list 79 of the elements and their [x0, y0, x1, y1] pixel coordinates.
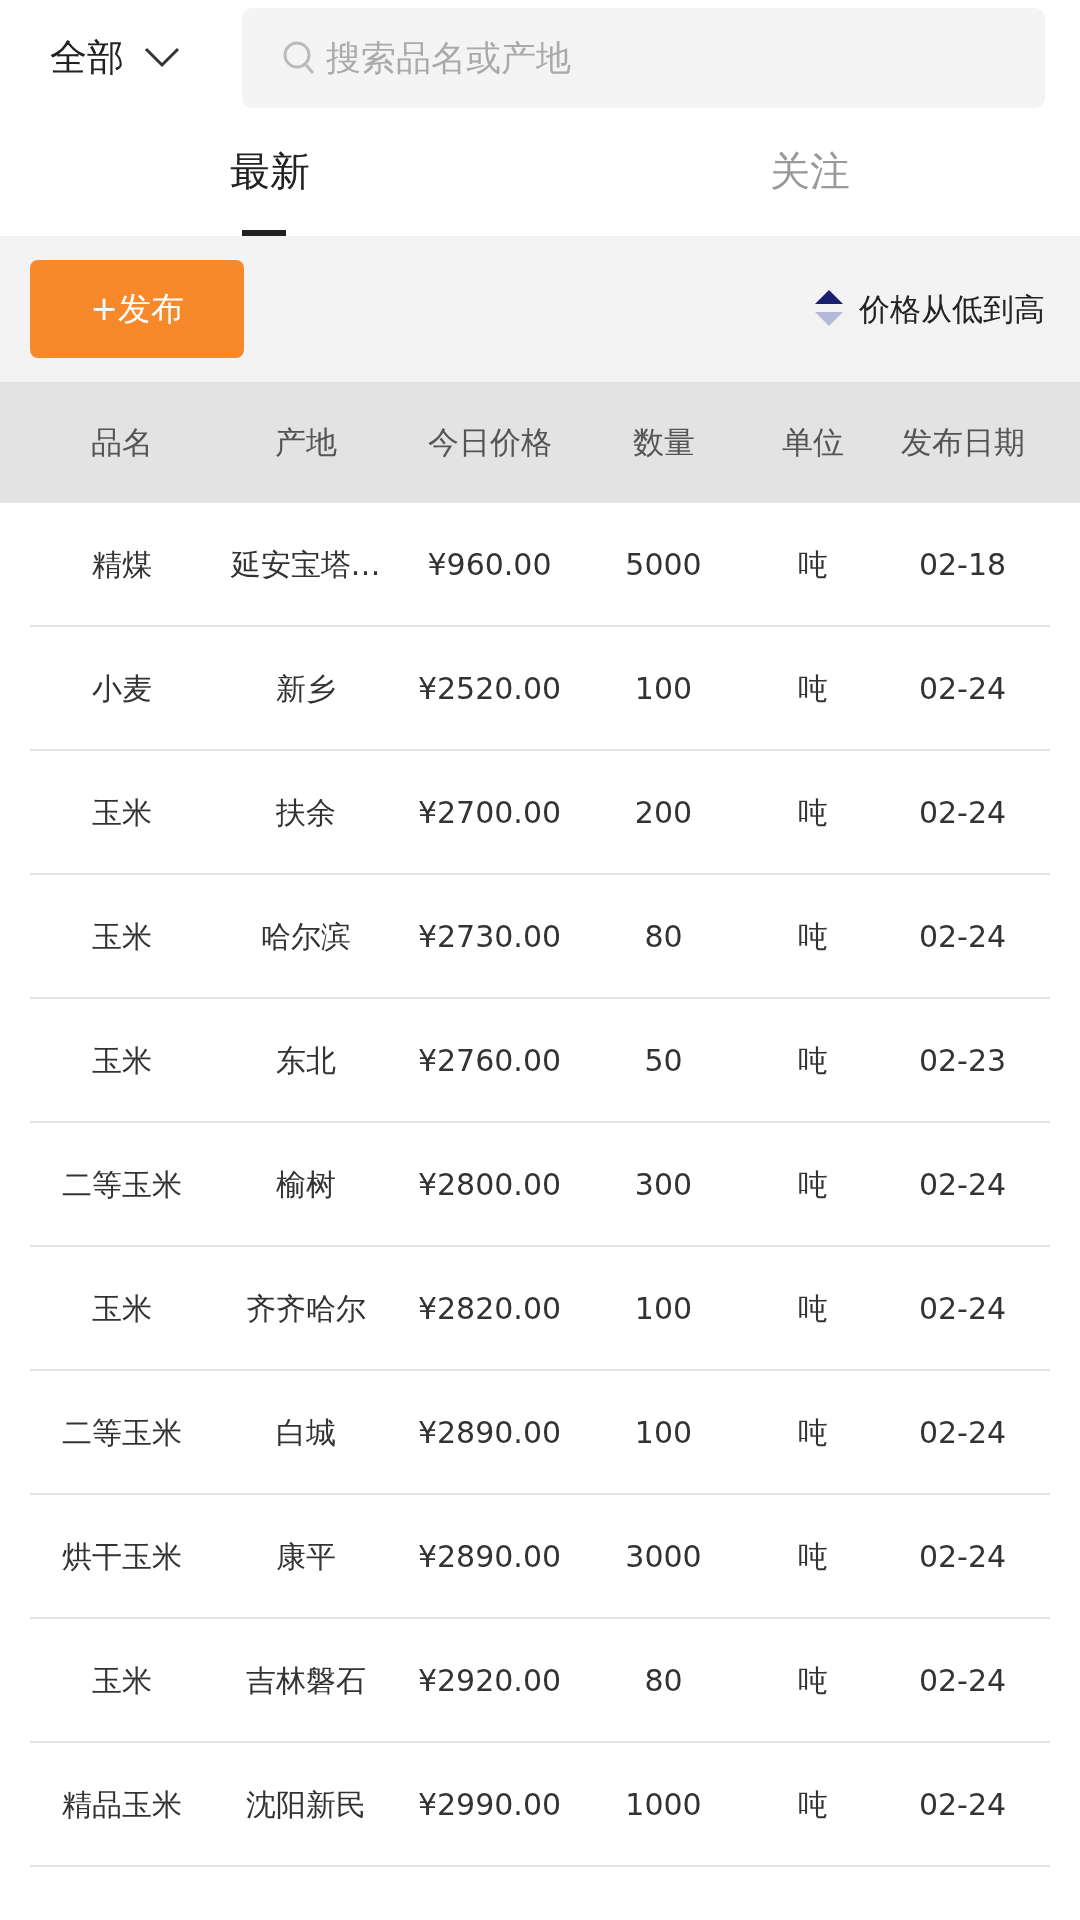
table-cell-text: ¥2730.00	[416, 917, 563, 956]
table-cell-text: 02-24	[917, 1413, 1008, 1452]
table-cell-text: ¥2820.00	[416, 1289, 563, 1328]
table-cell-text: 扶余	[274, 793, 337, 832]
chevron-down-icon	[144, 46, 180, 69]
table-cell-text: 02-24	[917, 793, 1008, 832]
category-dropdown[interactable]: 全部	[50, 29, 242, 86]
table-cell-text: ¥2800.00	[416, 1165, 563, 1204]
table-cell-text: 延安宝塔…	[229, 545, 382, 584]
table-cell-text: ¥2700.00	[416, 793, 563, 832]
table-cell-text: 02-24	[917, 669, 1008, 708]
table-cell-text: ¥2520.00	[416, 669, 563, 708]
table-cell-text: 精煤	[91, 545, 153, 584]
table-cell-text: 02-23	[917, 1041, 1008, 1080]
table-cell-text: 玉米	[91, 1661, 153, 1700]
table-cell-text: 白城	[274, 1413, 337, 1452]
table-cell-text: 吨	[796, 1165, 829, 1204]
table-cell-text: 玉米	[91, 793, 153, 832]
column-header: 产地	[273, 423, 338, 463]
table-cell-text: 吉林磐石	[244, 1661, 367, 1700]
table-cell-text: 玉米	[91, 1041, 153, 1080]
table-cell-text: 100	[633, 1289, 694, 1328]
table-cell-text: 玉米	[91, 1289, 153, 1328]
table-cell-text: 吨	[796, 1785, 829, 1824]
table-cell-text: 吨	[796, 545, 829, 584]
search-icon	[282, 39, 316, 76]
table-cell-text: 3000	[624, 1537, 703, 1576]
table-cell-text: 新乡	[274, 669, 337, 708]
table-cell-text: 吨	[796, 1289, 829, 1328]
table-cell-text: 小麦	[91, 669, 153, 708]
table-cell-text: 吨	[796, 1413, 829, 1452]
column-header: 单位	[780, 423, 845, 463]
table-cell-text: 1000	[624, 1785, 703, 1824]
table-cell-text: 吨	[796, 793, 829, 832]
table-cell-text: ¥2890.00	[416, 1537, 563, 1576]
tab-indicator	[242, 230, 286, 236]
table-cell-text: 100	[633, 1413, 694, 1452]
table-cell-text: 玉米	[91, 917, 153, 956]
table-cell-text: ¥2890.00	[416, 1413, 563, 1452]
tab[interactable]: 最新	[0, 115, 540, 236]
column-header: 数量	[631, 423, 696, 463]
table-cell-text: 200	[633, 793, 694, 832]
table-cell-text: ¥2920.00	[416, 1661, 563, 1700]
column-header: 今日价格	[426, 423, 553, 463]
table-cell-text: 精品玉米	[61, 1785, 183, 1824]
table-cell-text: 02-24	[917, 917, 1008, 956]
table-cell-text: ¥960.00	[426, 545, 553, 584]
table-cell-text: 康平	[274, 1537, 337, 1576]
table-cell-text: 榆树	[274, 1165, 337, 1204]
table-cell-text: 哈尔滨	[259, 917, 352, 956]
table-cell-text: ¥2760.00	[416, 1041, 563, 1080]
sort-button[interactable]: 价格从低到高	[813, 285, 1045, 333]
table-cell-text: 02-24	[917, 1537, 1008, 1576]
table-cell-text: 02-24	[917, 1661, 1008, 1700]
table-cell-text: 02-18	[917, 545, 1008, 584]
table-cell-text: 300	[633, 1165, 694, 1204]
table-cell-text: 烘干玉米	[61, 1537, 183, 1576]
table-cell-text: 二等玉米	[61, 1413, 183, 1452]
table-cell-text: 02-24	[917, 1289, 1008, 1328]
table-cell-text: 100	[633, 669, 694, 708]
table-cell-text: 吨	[796, 1661, 829, 1700]
table-cell-text: 东北	[274, 1041, 337, 1080]
search-field[interactable]: 搜索品名或产地	[242, 7, 1045, 108]
table-cell-text: 50	[643, 1041, 684, 1080]
table-cell-text: 吨	[796, 1537, 829, 1576]
table-cell-text: ¥2990.00	[416, 1785, 563, 1824]
table-cell-text: 5000	[624, 545, 703, 584]
table-cell-text: 齐齐哈尔	[244, 1289, 367, 1328]
table-cell-text: 吨	[796, 917, 829, 956]
table-cell-text: 沈阳新民	[244, 1785, 367, 1824]
table-cell-text: 02-24	[917, 1785, 1008, 1824]
table-cell-text: 80	[643, 1661, 684, 1700]
table-cell-text: 二等玉米	[61, 1165, 183, 1204]
table-cell-text: 02-24	[917, 1165, 1008, 1204]
table-cell-text: 吨	[796, 1041, 829, 1080]
column-header: 品名	[90, 423, 154, 463]
table-cell-text: 吨	[796, 669, 829, 708]
column-header: 发布日期	[899, 423, 1026, 463]
table-cell-text: 80	[643, 917, 684, 956]
